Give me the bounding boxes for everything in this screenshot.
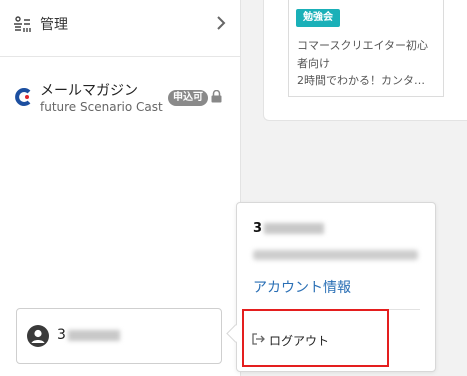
- mail-magazine-subtitle: future Scenario Cast: [40, 100, 163, 114]
- redacted-name: [67, 329, 120, 341]
- event-title-line-2: 者向け: [297, 57, 330, 70]
- user-name: 3: [57, 327, 120, 343]
- nav-manage-label: 管理: [40, 17, 68, 33]
- avatar-icon: [27, 325, 49, 347]
- nav-item-manage[interactable]: 管理: [0, 0, 240, 57]
- mail-magazine-logo-icon: [15, 88, 31, 106]
- mail-magazine-title[interactable]: メールマガジン: [40, 80, 138, 100]
- lock-icon: [211, 90, 222, 103]
- redacted-name: [264, 223, 325, 234]
- logout-highlight-box: [242, 309, 389, 367]
- chevron-right-icon: [217, 16, 226, 30]
- event-title-line-1: コマースクリエイター初心: [297, 39, 429, 52]
- user-menu-button[interactable]: 3: [16, 308, 222, 364]
- sidebar: 管理 メールマガジン future Scenario Cast 申込可 3: [0, 0, 241, 376]
- account-info-link[interactable]: アカウント情報: [253, 277, 351, 297]
- popover-user-name: 3: [253, 221, 325, 236]
- apply-badge: 申込可: [168, 90, 208, 106]
- manage-icon: [14, 16, 31, 32]
- event-title-line-3: 2時間でわかる！カンタ…: [297, 74, 425, 87]
- event-tag: 勉強会: [296, 9, 340, 27]
- redacted-email: [253, 250, 418, 260]
